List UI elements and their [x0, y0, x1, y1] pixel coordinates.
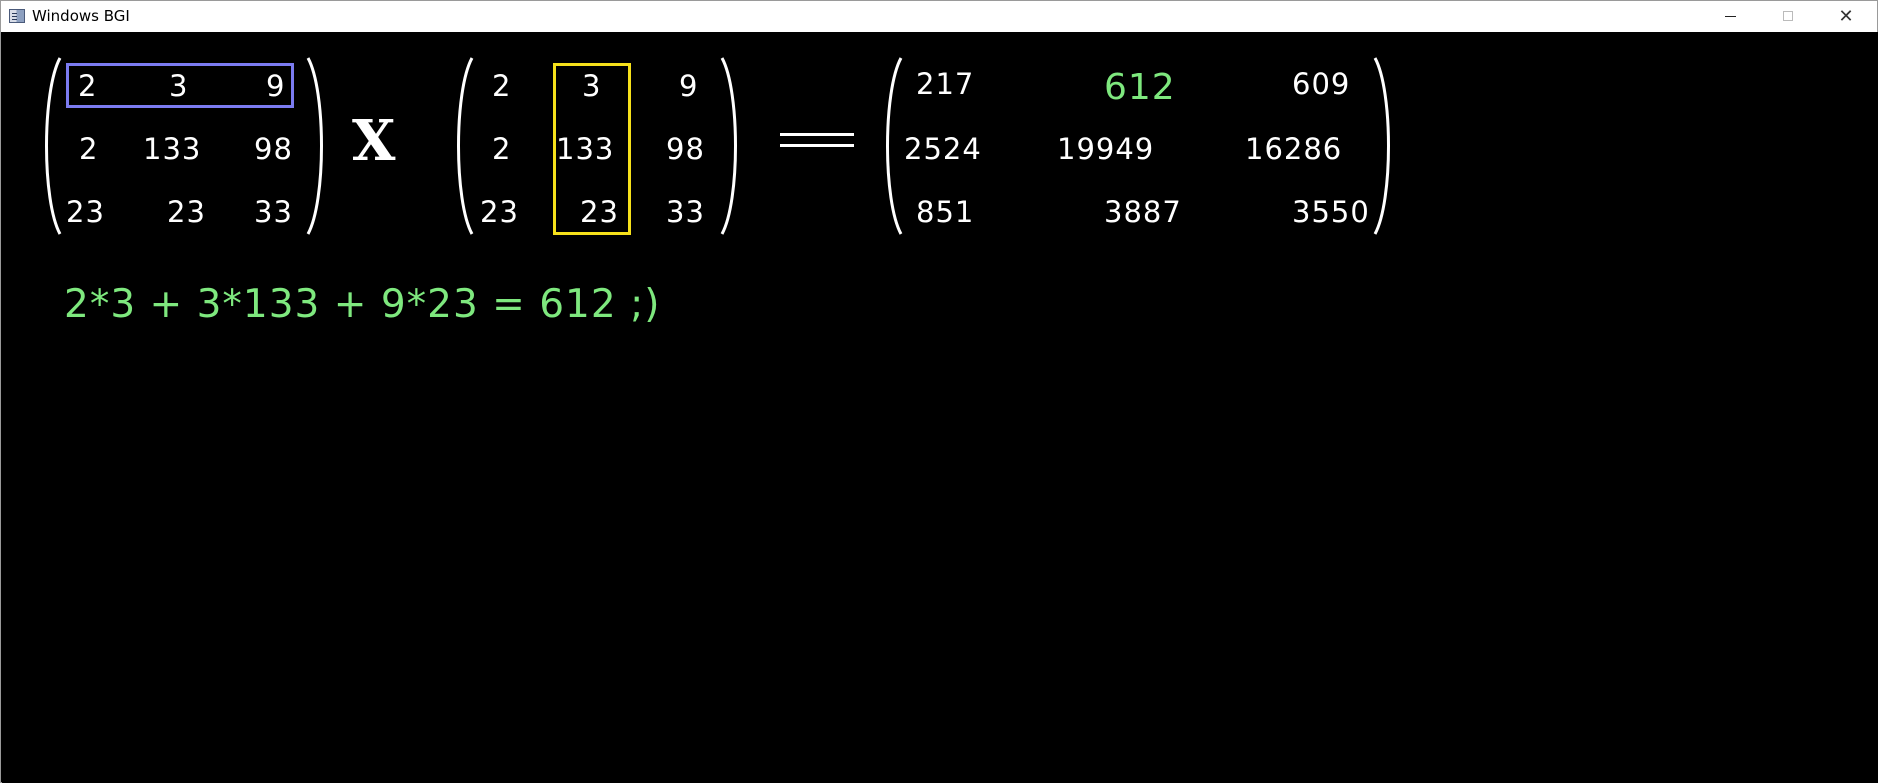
matrix-b-cell: 33 [666, 195, 705, 229]
matrix-b-cell: 2 [492, 69, 512, 103]
result-cell: 609 [1292, 67, 1351, 101]
matrix-b-cell: 2 [492, 132, 512, 166]
maximize-icon [1783, 11, 1793, 21]
drawing-canvas: 2 3 9 2 133 98 23 23 33 X 2 3 9 2 133 98… [2, 32, 1878, 783]
matrix-b-cell: 23 [480, 195, 519, 229]
matrix-a-cell: 133 [143, 132, 202, 166]
equals-operator [780, 133, 854, 148]
matrix-a-cell: 33 [254, 195, 293, 229]
matrix-a-cell: 3 [169, 69, 189, 103]
result-cell: 2524 [904, 132, 982, 166]
result-cell: 16286 [1245, 132, 1343, 166]
matrix-b-left-parenthesis [457, 57, 474, 235]
result-right-parenthesis [1373, 57, 1390, 235]
calculation-formula: 2*3 + 3*133 + 9*23 = 612 ;) [64, 282, 661, 327]
matrix-a-cell: 2 [79, 132, 99, 166]
matrix-b-cell: 3 [582, 69, 602, 103]
matrix-a-cell: 98 [254, 132, 293, 166]
window-title: Windows BGI [32, 7, 130, 25]
matrix-b-cell: 133 [556, 132, 615, 166]
app-window: Windows BGI ✕ 2 3 9 2 133 98 23 23 33 X [0, 0, 1878, 783]
matrix-b-cell: 98 [666, 132, 705, 166]
matrix-a-cell: 23 [167, 195, 206, 229]
result-cell: 217 [916, 67, 975, 101]
result-cell: 19949 [1057, 132, 1155, 166]
app-window-icon[interactable] [9, 9, 25, 23]
result-highlight-cell: 612 [1104, 67, 1176, 108]
matrix-a-left-parenthesis [45, 57, 62, 235]
maximize-button[interactable] [1759, 1, 1817, 32]
title-bar[interactable]: Windows BGI ✕ [1, 1, 1877, 32]
close-button[interactable]: ✕ [1817, 1, 1875, 32]
matrix-b-cell: 9 [679, 69, 699, 103]
matrix-b-right-parenthesis [720, 57, 737, 235]
matrix-a-right-parenthesis [306, 57, 323, 235]
matrix-b-cell: 23 [580, 195, 619, 229]
matrix-a-cell: 2 [78, 69, 98, 103]
multiply-operator: X [352, 108, 396, 174]
matrix-a-cell: 9 [266, 69, 286, 103]
minimize-icon [1725, 16, 1736, 17]
result-cell: 3550 [1292, 195, 1370, 229]
minimize-button[interactable] [1701, 1, 1759, 32]
result-cell: 3887 [1104, 195, 1182, 229]
matrix-a-cell: 23 [66, 195, 105, 229]
result-cell: 851 [916, 195, 975, 229]
